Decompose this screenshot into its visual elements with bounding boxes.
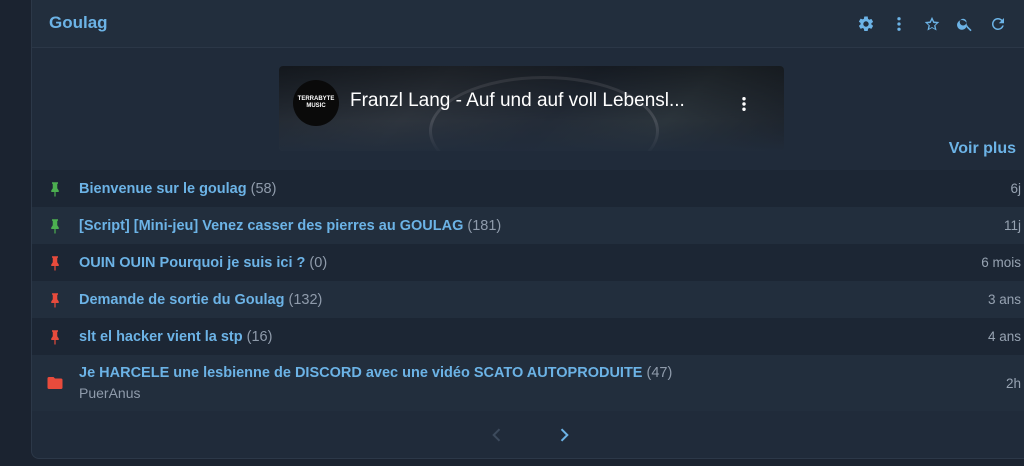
topic-date: 11j — [1003, 218, 1021, 233]
topic-reply-count: (58) — [250, 180, 277, 197]
pin-green-icon — [45, 216, 65, 236]
topic-line: Bienvenue sur le goulag (58) — [79, 181, 276, 197]
topic-text: Demande de sortie du Goulag (132) — [79, 292, 322, 308]
channel-logo[interactable]: TERRABYTE MUSIC — [293, 80, 339, 126]
topic-title[interactable]: slt el hacker vient la stp — [79, 329, 243, 345]
topic-reply-count: (181) — [467, 217, 502, 234]
chevron-left-icon — [486, 424, 508, 446]
pin-red-icon — [45, 290, 65, 310]
topic-date: 4 ans — [987, 329, 1021, 344]
topic-row[interactable]: Demande de sortie du Goulag (132) 3 ans — [32, 281, 1024, 318]
topic-date: 2h — [1005, 375, 1021, 391]
search-icon[interactable] — [953, 12, 977, 36]
star-icon[interactable] — [920, 12, 944, 36]
refresh-icon[interactable] — [986, 12, 1010, 36]
topic-line: OUIN OUIN Pourquoi je suis ici ? (0) — [79, 255, 327, 271]
topic-text: Je HARCELE une lesbienne de DISCORD avec… — [79, 365, 672, 401]
topic-reply-count: (16) — [246, 328, 273, 345]
topic-list: Bienvenue sur le goulag (58) 6j [Script]… — [32, 170, 1024, 411]
topic-text: OUIN OUIN Pourquoi je suis ici ? (0) — [79, 255, 327, 271]
topic-text: [Script] [Mini-jeu] Venez casser des pie… — [79, 218, 501, 234]
topic-line: Demande de sortie du Goulag (132) — [79, 292, 322, 308]
topic-title[interactable]: Je HARCELE une lesbienne de DISCORD avec… — [79, 365, 642, 381]
topic-title[interactable]: [Script] [Mini-jeu] Venez casser des pie… — [79, 218, 463, 234]
forum-toolbar — [854, 12, 1010, 36]
topic-text: Bienvenue sur le goulag (58) — [79, 181, 276, 197]
pin-red-icon — [45, 327, 65, 347]
forum-panel: Goulag TERRABYTE MUSIC Franzl Lang - Auf… — [31, 0, 1024, 459]
topic-reply-count: (132) — [288, 291, 323, 308]
topic-reply-count: (0) — [309, 254, 328, 271]
topic-date: 6j — [1010, 181, 1021, 196]
topic-title[interactable]: Bienvenue sur le goulag — [79, 181, 247, 197]
topic-line: slt el hacker vient la stp (16) — [79, 329, 272, 345]
topic-author[interactable]: PuerAnus — [79, 385, 672, 401]
topic-row[interactable]: Je HARCELE une lesbienne de DISCORD avec… — [32, 355, 1024, 411]
topic-text: slt el hacker vient la stp (16) — [79, 329, 272, 345]
topic-row[interactable]: OUIN OUIN Pourquoi je suis ici ? (0) 6 m… — [32, 244, 1024, 281]
see-more-link[interactable]: Voir plus — [949, 140, 1016, 158]
topic-reply-count: (47) — [646, 365, 673, 381]
topic-row[interactable]: slt el hacker vient la stp (16) 4 ans — [32, 318, 1024, 355]
video-more-icon[interactable] — [734, 92, 754, 116]
gear-icon[interactable] — [854, 12, 878, 36]
topic-date: 3 ans — [987, 292, 1021, 307]
left-strip — [0, 0, 31, 466]
video-embed[interactable]: TERRABYTE MUSIC Franzl Lang - Auf und au… — [279, 66, 784, 151]
video-title[interactable]: Franzl Lang - Auf und auf voll Lebensl..… — [350, 90, 685, 112]
more-vertical-icon[interactable] — [887, 12, 911, 36]
topic-line: Je HARCELE une lesbienne de DISCORD avec… — [79, 365, 672, 381]
topic-row[interactable]: Bienvenue sur le goulag (58) 6j — [32, 170, 1024, 207]
pagination — [32, 421, 1024, 449]
pin-green-icon — [45, 179, 65, 199]
topic-row[interactable]: [Script] [Mini-jeu] Venez casser des pie… — [32, 207, 1024, 244]
chevron-right-icon[interactable] — [553, 424, 575, 446]
topic-date: 6 mois — [981, 255, 1021, 270]
pin-red-icon — [45, 253, 65, 273]
folder-icon — [45, 373, 65, 393]
channel-logo-line2: MUSIC — [306, 103, 326, 109]
topic-title[interactable]: OUIN OUIN Pourquoi je suis ici ? — [79, 255, 305, 271]
forum-title[interactable]: Goulag — [49, 13, 108, 33]
channel-logo-line1: TERRABYTE — [297, 96, 335, 102]
topic-title[interactable]: Demande de sortie du Goulag — [79, 292, 284, 308]
forum-header: Goulag — [32, 0, 1024, 48]
topic-line: [Script] [Mini-jeu] Venez casser des pie… — [79, 218, 501, 234]
